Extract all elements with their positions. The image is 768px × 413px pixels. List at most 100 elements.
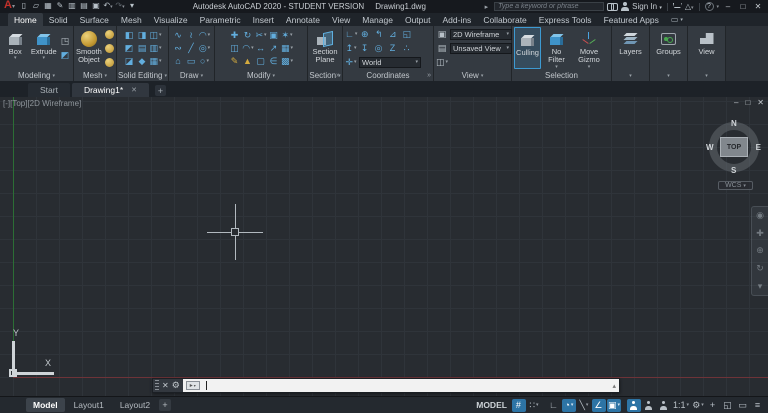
- ucs-view-icon[interactable]: ◎: [373, 42, 385, 55]
- tab-manage[interactable]: Manage: [356, 13, 399, 26]
- trim-icon[interactable]: ✂ ▾: [255, 29, 267, 42]
- thicken-icon[interactable]: ◫ ▾: [149, 29, 161, 42]
- ucs-z-rotate-icon[interactable]: Z: [387, 42, 399, 55]
- plot-icon[interactable]: ▣: [91, 0, 101, 14]
- culling-button[interactable]: Culling: [514, 27, 541, 69]
- shell-icon[interactable]: ▥ ▾: [149, 42, 161, 55]
- section-panel-label[interactable]: Section ▾»: [308, 70, 342, 81]
- groups-button[interactable]: Groups: [652, 27, 685, 69]
- command-badge-icon[interactable]: ▸ ▾: [185, 381, 200, 390]
- annotation-autoscale-icon[interactable]: [642, 399, 656, 412]
- draw-panel-label[interactable]: Draw ▾: [169, 70, 214, 81]
- polygon-icon[interactable]: ⌂: [173, 55, 185, 68]
- section-dialog-launcher-icon[interactable]: »: [336, 72, 340, 79]
- command-drag-handle[interactable]: [155, 380, 159, 391]
- erase-icon[interactable]: ✎: [229, 55, 241, 68]
- undo-icon[interactable]: ↶▾: [103, 0, 113, 14]
- viewcube-top-face[interactable]: TOP: [720, 137, 748, 157]
- separate-icon[interactable]: ▦ ▾: [149, 55, 161, 68]
- scale-icon[interactable]: ↗: [268, 42, 280, 55]
- navbar-more-icon[interactable]: ▾: [758, 281, 763, 292]
- ucs-icon[interactable]: ∟ ▾: [345, 28, 357, 41]
- copy-icon[interactable]: ▣: [268, 29, 280, 42]
- file-tab-close-icon[interactable]: ✕: [131, 86, 137, 94]
- more-modify-icon[interactable]: ▩ ▾: [281, 55, 293, 68]
- search-input[interactable]: [494, 2, 605, 11]
- tab-mesh[interactable]: Mesh: [115, 13, 148, 26]
- view-button[interactable]: View: [690, 27, 723, 69]
- layers-panel-expander[interactable]: ▾: [612, 70, 649, 81]
- ucs-world-icon[interactable]: ⊕: [359, 28, 371, 41]
- section-plane-button[interactable]: Section Plane: [310, 27, 340, 69]
- box-tool-button[interactable]: Box ▾: [2, 27, 29, 69]
- tab-view[interactable]: View: [326, 13, 356, 26]
- smooth-less-icon[interactable]: [104, 42, 116, 55]
- circle-icon[interactable]: ◎ ▾: [199, 42, 211, 55]
- no-filter-button[interactable]: No Filter ▾: [543, 27, 570, 69]
- mesh-refine-icon[interactable]: [104, 56, 116, 69]
- view-panel-label[interactable]: View ▾: [434, 70, 511, 81]
- mesh-panel-label[interactable]: Mesh ▾: [74, 70, 116, 81]
- annotation-scale-person-icon[interactable]: [657, 399, 671, 412]
- smooth-more-icon[interactable]: [104, 28, 116, 41]
- view-cube[interactable]: N S W E TOP: [706, 119, 762, 175]
- ucs-3point-icon[interactable]: ∴: [401, 42, 413, 55]
- orbit-icon[interactable]: ↻: [756, 263, 764, 274]
- search-binoculars-icon[interactable]: [607, 3, 619, 11]
- sign-in-button[interactable]: Sign In ▾: [632, 2, 662, 11]
- viewcube-west[interactable]: W: [706, 143, 714, 152]
- wcs-dropdown[interactable]: WCS ▾: [718, 181, 753, 190]
- open-from-web-icon[interactable]: ▤: [79, 0, 89, 14]
- workspace-switching-icon[interactable]: ⚙ ▾: [691, 399, 705, 412]
- recent-commands-icon[interactable]: ▴: [612, 382, 616, 390]
- autodesk-app-icon[interactable]: △▾: [685, 2, 694, 11]
- file-tab-drawing1[interactable]: Drawing1* ✕: [71, 83, 150, 97]
- arc-icon[interactable]: ◠ ▾: [199, 29, 211, 42]
- new-drawing-tab-button[interactable]: +: [155, 85, 167, 96]
- qat-customize-icon[interactable]: ▾: [127, 0, 137, 14]
- polyline-icon[interactable]: ∿: [173, 29, 185, 42]
- file-tab-start[interactable]: Start: [28, 83, 70, 97]
- app-menu-button[interactable]: A▾: [4, 0, 15, 13]
- tab-collaborate[interactable]: Collaborate: [477, 13, 532, 26]
- smooth-object-button[interactable]: Smooth Object: [76, 27, 102, 69]
- layout2-tab[interactable]: Layout2: [113, 398, 157, 412]
- solid-editing-panel-label[interactable]: Solid Editing ▾: [117, 70, 168, 81]
- add-layout-button[interactable]: +: [159, 399, 172, 411]
- annotation-scale-button[interactable]: 1:1 ▾: [672, 399, 690, 412]
- move-icon[interactable]: ✚: [229, 29, 241, 42]
- visual-style-select[interactable]: 2D Wireframe ▾: [450, 28, 512, 40]
- 3d-polyline-icon[interactable]: ≀: [186, 29, 198, 42]
- viewport-restore-icon[interactable]: □: [745, 99, 750, 107]
- presspull-icon[interactable]: ◳: [59, 35, 71, 48]
- snap-mode-icon[interactable]: ∷ ▾: [527, 399, 541, 412]
- offset-icon[interactable]: ∈: [268, 55, 280, 68]
- modify-panel-label[interactable]: Modify ▾: [215, 70, 307, 81]
- spline-icon[interactable]: ∾: [173, 42, 185, 55]
- extrude-tool-button[interactable]: Extrude ▾: [31, 27, 58, 69]
- tab-output[interactable]: Output: [399, 13, 437, 26]
- restore-button[interactable]: □: [737, 2, 749, 11]
- graphics-performance-icon[interactable]: ▭: [736, 399, 750, 412]
- viewcube-north[interactable]: N: [731, 119, 737, 128]
- navigation-wheel-icon[interactable]: ◉: [756, 210, 764, 221]
- solid-subtract-icon[interactable]: ◩: [123, 42, 135, 55]
- imprint-icon[interactable]: ◆: [136, 55, 148, 68]
- customization-icon[interactable]: ≡: [751, 399, 765, 412]
- polysolid-icon[interactable]: ◩: [59, 49, 71, 62]
- explode-icon[interactable]: ✶ ▾: [281, 29, 293, 42]
- ucs-origin-icon[interactable]: ↥ ▾: [345, 42, 357, 55]
- ortho-mode-icon[interactable]: ∟: [547, 399, 561, 412]
- model-tab[interactable]: Model: [26, 398, 65, 412]
- isometric-drafting-icon[interactable]: ╲ ▾: [577, 399, 591, 412]
- coordinates-dialog-launcher-icon[interactable]: »: [427, 72, 431, 79]
- annotation-visibility-icon[interactable]: [626, 398, 641, 412]
- viewcube-south[interactable]: S: [731, 166, 736, 175]
- object-snap-tracking-icon[interactable]: ∠: [591, 398, 606, 412]
- tab-annotate[interactable]: Annotate: [280, 13, 326, 26]
- slice-icon[interactable]: ◨: [136, 29, 148, 42]
- new-file-icon[interactable]: ▯: [19, 0, 29, 14]
- command-close-icon[interactable]: ✕: [162, 381, 169, 390]
- pan-icon[interactable]: ✚: [756, 228, 764, 239]
- save-all-icon[interactable]: ▥: [67, 0, 77, 14]
